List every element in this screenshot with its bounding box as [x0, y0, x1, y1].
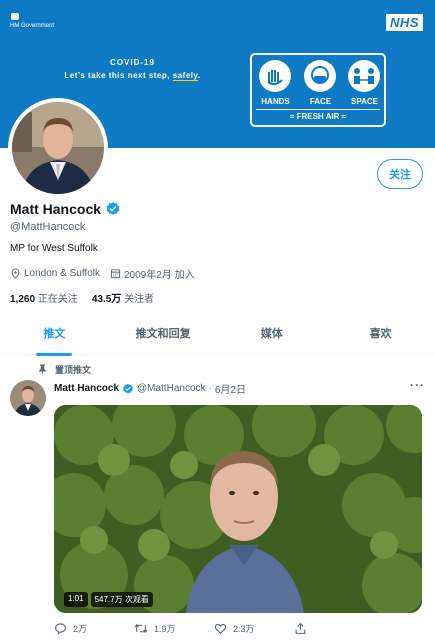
tweet-separator: ·: [208, 383, 212, 394]
video-views: 547.7万 次观看: [90, 592, 153, 607]
hm-government-logo: HM Government: [10, 12, 54, 30]
covid-title: COVID-19: [110, 58, 155, 67]
verified-icon: [106, 202, 120, 215]
profile-bio: MP for West Suffolk: [10, 243, 98, 254]
following-link[interactable]: 1,260 正在关注: [10, 290, 78, 305]
reply-icon: [55, 623, 66, 635]
profile-photo: [12, 102, 104, 194]
pinned-indicator: 置顶推文: [38, 363, 91, 376]
tweet-header: Matt Hancock @MattHancock · 6月2日: [54, 381, 246, 396]
gov-label: HM Government: [10, 23, 55, 29]
followers-label: 关注者: [124, 294, 155, 305]
tweet-date[interactable]: 6月2日: [215, 381, 246, 396]
display-name: Matt Hancock: [10, 201, 102, 217]
face-mask-icon: [304, 60, 336, 92]
gov-crest-icon: [11, 13, 19, 20]
verified-icon: [123, 383, 133, 393]
face-label: FACE: [309, 97, 332, 106]
covid-tagline: Let’s take this next step, safely.: [0, 71, 265, 81]
followers-link[interactable]: 43.5万 关注者: [92, 290, 154, 305]
fresh-air-text: FRESH AIR: [296, 112, 340, 121]
video-thumbnail: [54, 405, 422, 613]
space-icon: [348, 60, 380, 92]
calendar-icon: [110, 269, 121, 279]
retweet-icon: [134, 623, 148, 634]
profile-name-row: Matt Hancock: [10, 201, 121, 217]
like-count: 2.3万: [233, 624, 255, 634]
location-icon: [11, 268, 20, 279]
fresh-air-label: ≈ FRESH AIR ≈: [289, 112, 347, 121]
pin-icon: [39, 364, 46, 375]
tab-tweets[interactable]: 推文: [0, 317, 109, 356]
tweet-actions: 2万 1.9万 2.3万: [54, 622, 374, 635]
followers-count: 43.5万: [91, 294, 122, 305]
tab-tweets-and-replies[interactable]: 推文和回复: [109, 317, 218, 354]
hands-label: HANDS: [261, 97, 290, 106]
joined-text: 2009年2月 加入: [124, 270, 195, 281]
share-button[interactable]: [294, 622, 374, 635]
retweet-count: 1.9万: [154, 624, 176, 634]
hands-icon: [259, 60, 291, 92]
following-label: 正在关注: [37, 294, 78, 305]
location-item: London & Suffolk: [10, 268, 100, 279]
follow-button[interactable]: 关注: [377, 159, 423, 189]
tweet-video[interactable]: [54, 405, 422, 613]
video-info: 1:01 547.7万 次观看: [64, 592, 153, 607]
tweet-avatar-photo: [10, 380, 46, 416]
video-duration: 1:01: [64, 592, 88, 607]
following-count: 1,260: [10, 294, 36, 305]
reply-button[interactable]: 2万: [54, 622, 134, 635]
retweet-button[interactable]: 1.9万: [134, 622, 214, 635]
tab-likes[interactable]: 喜欢: [326, 317, 435, 354]
like-icon: [214, 623, 227, 635]
nhs-logo: NHS: [386, 14, 423, 31]
share-icon: [295, 622, 306, 634]
more-options-button[interactable]: ···: [410, 378, 425, 392]
tagline-emphasis: safely: [172, 71, 198, 81]
panel-divider: [256, 109, 380, 110]
reply-count: 2万: [73, 624, 88, 634]
profile-tabs: 推文 推文和回复 媒体 喜欢: [0, 317, 435, 356]
tagline-suffix: .: [197, 71, 201, 80]
profile-handle: @MattHancock: [10, 221, 86, 233]
tweet-avatar[interactable]: [10, 380, 46, 416]
space-label: SPACE: [351, 97, 378, 106]
tagline-prefix: Let’s take this next step,: [64, 71, 173, 80]
location-text: London & Suffolk: [24, 268, 100, 279]
tab-media[interactable]: 媒体: [218, 317, 327, 354]
tweet-author-handle[interactable]: @MattHancock: [137, 383, 206, 394]
pinned-label: 置顶推文: [55, 365, 92, 375]
joined-item: 2009年2月 加入: [110, 266, 195, 281]
profile-avatar[interactable]: [8, 98, 108, 198]
profile-meta: London & Suffolk 2009年2月 加入: [10, 266, 195, 281]
tweet-author-name[interactable]: Matt Hancock: [54, 383, 119, 394]
hands-face-space-panel: HANDS FACE SPACE ≈ FRESH AIR ≈: [250, 53, 386, 127]
like-button[interactable]: 2.3万: [214, 622, 294, 635]
follow-counts: 1,260 正在关注 43.5万 关注者: [10, 290, 154, 305]
